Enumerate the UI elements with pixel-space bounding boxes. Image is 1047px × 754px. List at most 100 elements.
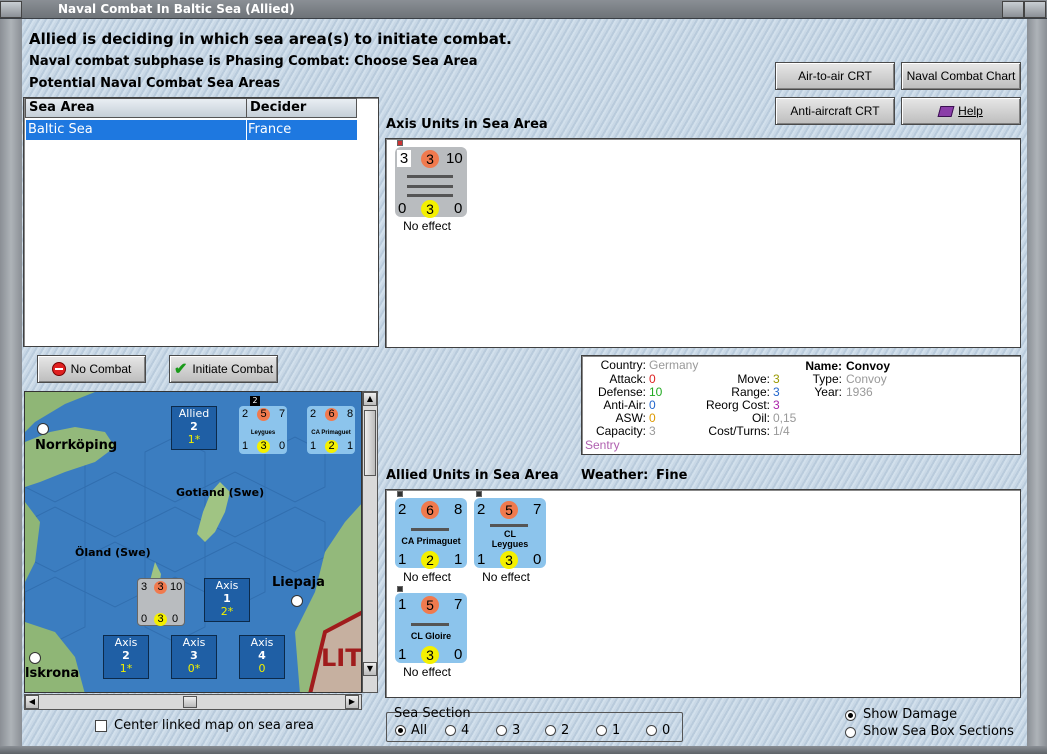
- sea-box-status: 0*: [187, 662, 201, 675]
- sea-section-radio-3[interactable]: [496, 725, 507, 736]
- unit-top-left: 2: [398, 501, 407, 518]
- sea-box-status: 2*: [220, 605, 234, 618]
- sea-box-axis-3[interactable]: Axis 3 0*: [171, 635, 217, 679]
- ship-silhouette-icon: [411, 528, 449, 531]
- unit-bottom-right: 0: [454, 200, 463, 217]
- show-damage-radio[interactable]: [845, 710, 856, 721]
- sea-section-radio-0[interactable]: [646, 725, 657, 736]
- status-heading: Allied is deciding in which sea area(s) …: [29, 30, 512, 48]
- help-button[interactable]: Help: [901, 97, 1021, 125]
- table-row[interactable]: Baltic Sea France: [26, 120, 357, 140]
- map-label-lithuania: LIT: [321, 644, 362, 672]
- initiate-combat-label: Initiate Combat: [192, 362, 274, 376]
- ship-silhouette-icon: [490, 524, 528, 527]
- maximize-button[interactable]: [1002, 1, 1024, 18]
- cost-value: 1/4: [773, 424, 790, 438]
- scroll-down-arrow[interactable]: ▼: [363, 662, 377, 676]
- sea-box-axis-4[interactable]: Axis 4 0: [239, 635, 285, 679]
- system-menu-button[interactable]: [0, 1, 22, 18]
- port-anchor-icon[interactable]: [37, 423, 49, 435]
- axis-unit-counter[interactable]: 3 3 10 0 3 0: [395, 140, 467, 218]
- mini-attack-circle: 3: [154, 581, 167, 594]
- asw-label: ASW:: [615, 411, 646, 425]
- scroll-up-arrow[interactable]: ▲: [363, 392, 377, 406]
- oil-label: Oil:: [752, 411, 770, 425]
- year-value: 1936: [846, 385, 873, 399]
- type-value: Convoy: [846, 372, 887, 386]
- sea-box-axis-2[interactable]: Axis 2 1*: [103, 635, 149, 679]
- no-combat-button[interactable]: No Combat: [37, 355, 146, 383]
- defense-label: Defense:: [597, 385, 646, 399]
- port-anchor-icon[interactable]: [29, 652, 41, 664]
- sea-box-status: 0: [258, 662, 266, 675]
- sea-box-number: 4: [258, 649, 266, 662]
- column-header-sea-area[interactable]: Sea Area: [25, 98, 247, 118]
- mini-top-left: 3: [141, 581, 148, 593]
- unit-effect: No effect: [403, 665, 451, 679]
- mini-top-right: 10: [170, 581, 183, 593]
- scroll-left-arrow[interactable]: ◀: [25, 695, 39, 709]
- sea-section-radio-2[interactable]: [545, 725, 556, 736]
- initiate-combat-button[interactable]: ✔ Initiate Combat: [169, 355, 278, 383]
- column-header-decider[interactable]: Decider: [246, 98, 357, 118]
- name-value: Convoy: [846, 359, 891, 373]
- sea-box-side: Axis: [182, 636, 206, 649]
- move-label: Move:: [737, 372, 770, 386]
- air-to-air-crt-button[interactable]: Air-to-air CRT: [775, 62, 895, 90]
- sentry-status: Sentry: [585, 438, 620, 452]
- unit-name-line1: CL: [504, 529, 516, 539]
- unit-top-left: 3: [397, 150, 411, 167]
- sea-area-cell: Baltic Sea: [28, 122, 93, 137]
- title-bar[interactable]: Naval Combat In Baltic Sea (Allied): [0, 0, 1047, 19]
- mini-bottom-left: 0: [141, 613, 148, 625]
- scroll-right-arrow[interactable]: ▶: [345, 695, 359, 709]
- map-horizontal-scrollbar[interactable]: ◀ ▶: [24, 694, 362, 710]
- unit-bottom-left: 1: [398, 646, 407, 663]
- sea-box-allied-2[interactable]: Allied 2 1*: [171, 406, 217, 450]
- mini-defense-circle: 2: [325, 440, 338, 453]
- sea-area-map[interactable]: Norrköping Gotland (Swe) Öland (Swe) Lie…: [24, 391, 362, 693]
- range-label: Range:: [731, 385, 770, 399]
- sea-box-side: Axis: [114, 636, 138, 649]
- scroll-thumb[interactable]: [364, 410, 376, 476]
- center-map-checkbox[interactable]: [95, 720, 107, 732]
- help-label: Help: [958, 104, 983, 118]
- sea-box-axis-1[interactable]: Axis 1 2*: [204, 578, 250, 622]
- unit-effect: No effect: [482, 570, 530, 584]
- capacity-value: 3: [649, 424, 656, 438]
- scroll-thumb[interactable]: [183, 696, 197, 708]
- ship-silhouette-icon: [407, 175, 453, 178]
- sea-section-label: Sea Section: [394, 706, 471, 721]
- allied-unit-counter-primaguet[interactable]: 2 6 8 CA Primaguet 1 2 1: [395, 491, 467, 569]
- naval-combat-chart-button[interactable]: Naval Combat Chart: [901, 62, 1021, 90]
- anti-aircraft-crt-button[interactable]: Anti-aircraft CRT: [775, 97, 895, 125]
- sea-section-radio-4[interactable]: [445, 725, 456, 736]
- unit-top-right: 10: [446, 150, 463, 167]
- unit-flag-icon: [397, 491, 403, 497]
- map-counter-convoy[interactable]: 3 3 10 0 3 0: [137, 578, 185, 626]
- sea-section-radio-all[interactable]: [395, 725, 406, 736]
- map-counter-leygues[interactable]: 2 5 7 Leygues 1 3 0: [239, 406, 287, 454]
- allied-unit-counter-gloire[interactable]: 1 5 7 CL Gloire 1 3 0: [395, 586, 467, 664]
- antiair-label: Anti-Air:: [603, 398, 646, 412]
- type-label: Type:: [812, 372, 842, 386]
- show-sections-radio[interactable]: [845, 727, 856, 738]
- map-label-norrkoping: Norrköping: [35, 438, 118, 453]
- attack-value: 0: [649, 372, 656, 386]
- allied-unit-counter-leygues[interactable]: 2 5 7 CL Leygues 1 3 0: [474, 491, 546, 569]
- ship-silhouette-icon: [407, 185, 453, 188]
- port-anchor-icon[interactable]: [291, 595, 303, 607]
- close-button[interactable]: [1024, 1, 1046, 18]
- ship-silhouette-icon: [411, 623, 449, 626]
- unit-info-panel: Country: Germany Attack: 0 Defense: 10 A…: [581, 355, 1021, 455]
- sea-section-option-3: 3: [512, 723, 521, 738]
- column-divider: [246, 120, 247, 140]
- mini-top-left: 2: [310, 408, 317, 420]
- map-vertical-scrollbar[interactable]: ▲ ▼: [362, 391, 378, 693]
- sea-section-option-1: 1: [612, 723, 621, 738]
- stack-count-badge: 2: [250, 396, 260, 406]
- map-counter-primaguet[interactable]: 2 6 8 CA Primaguet 1 2 1: [307, 406, 355, 454]
- sea-section-radio-1[interactable]: [596, 725, 607, 736]
- unit-defense-circle: 3: [500, 551, 518, 569]
- sea-box-status: 1*: [187, 433, 201, 446]
